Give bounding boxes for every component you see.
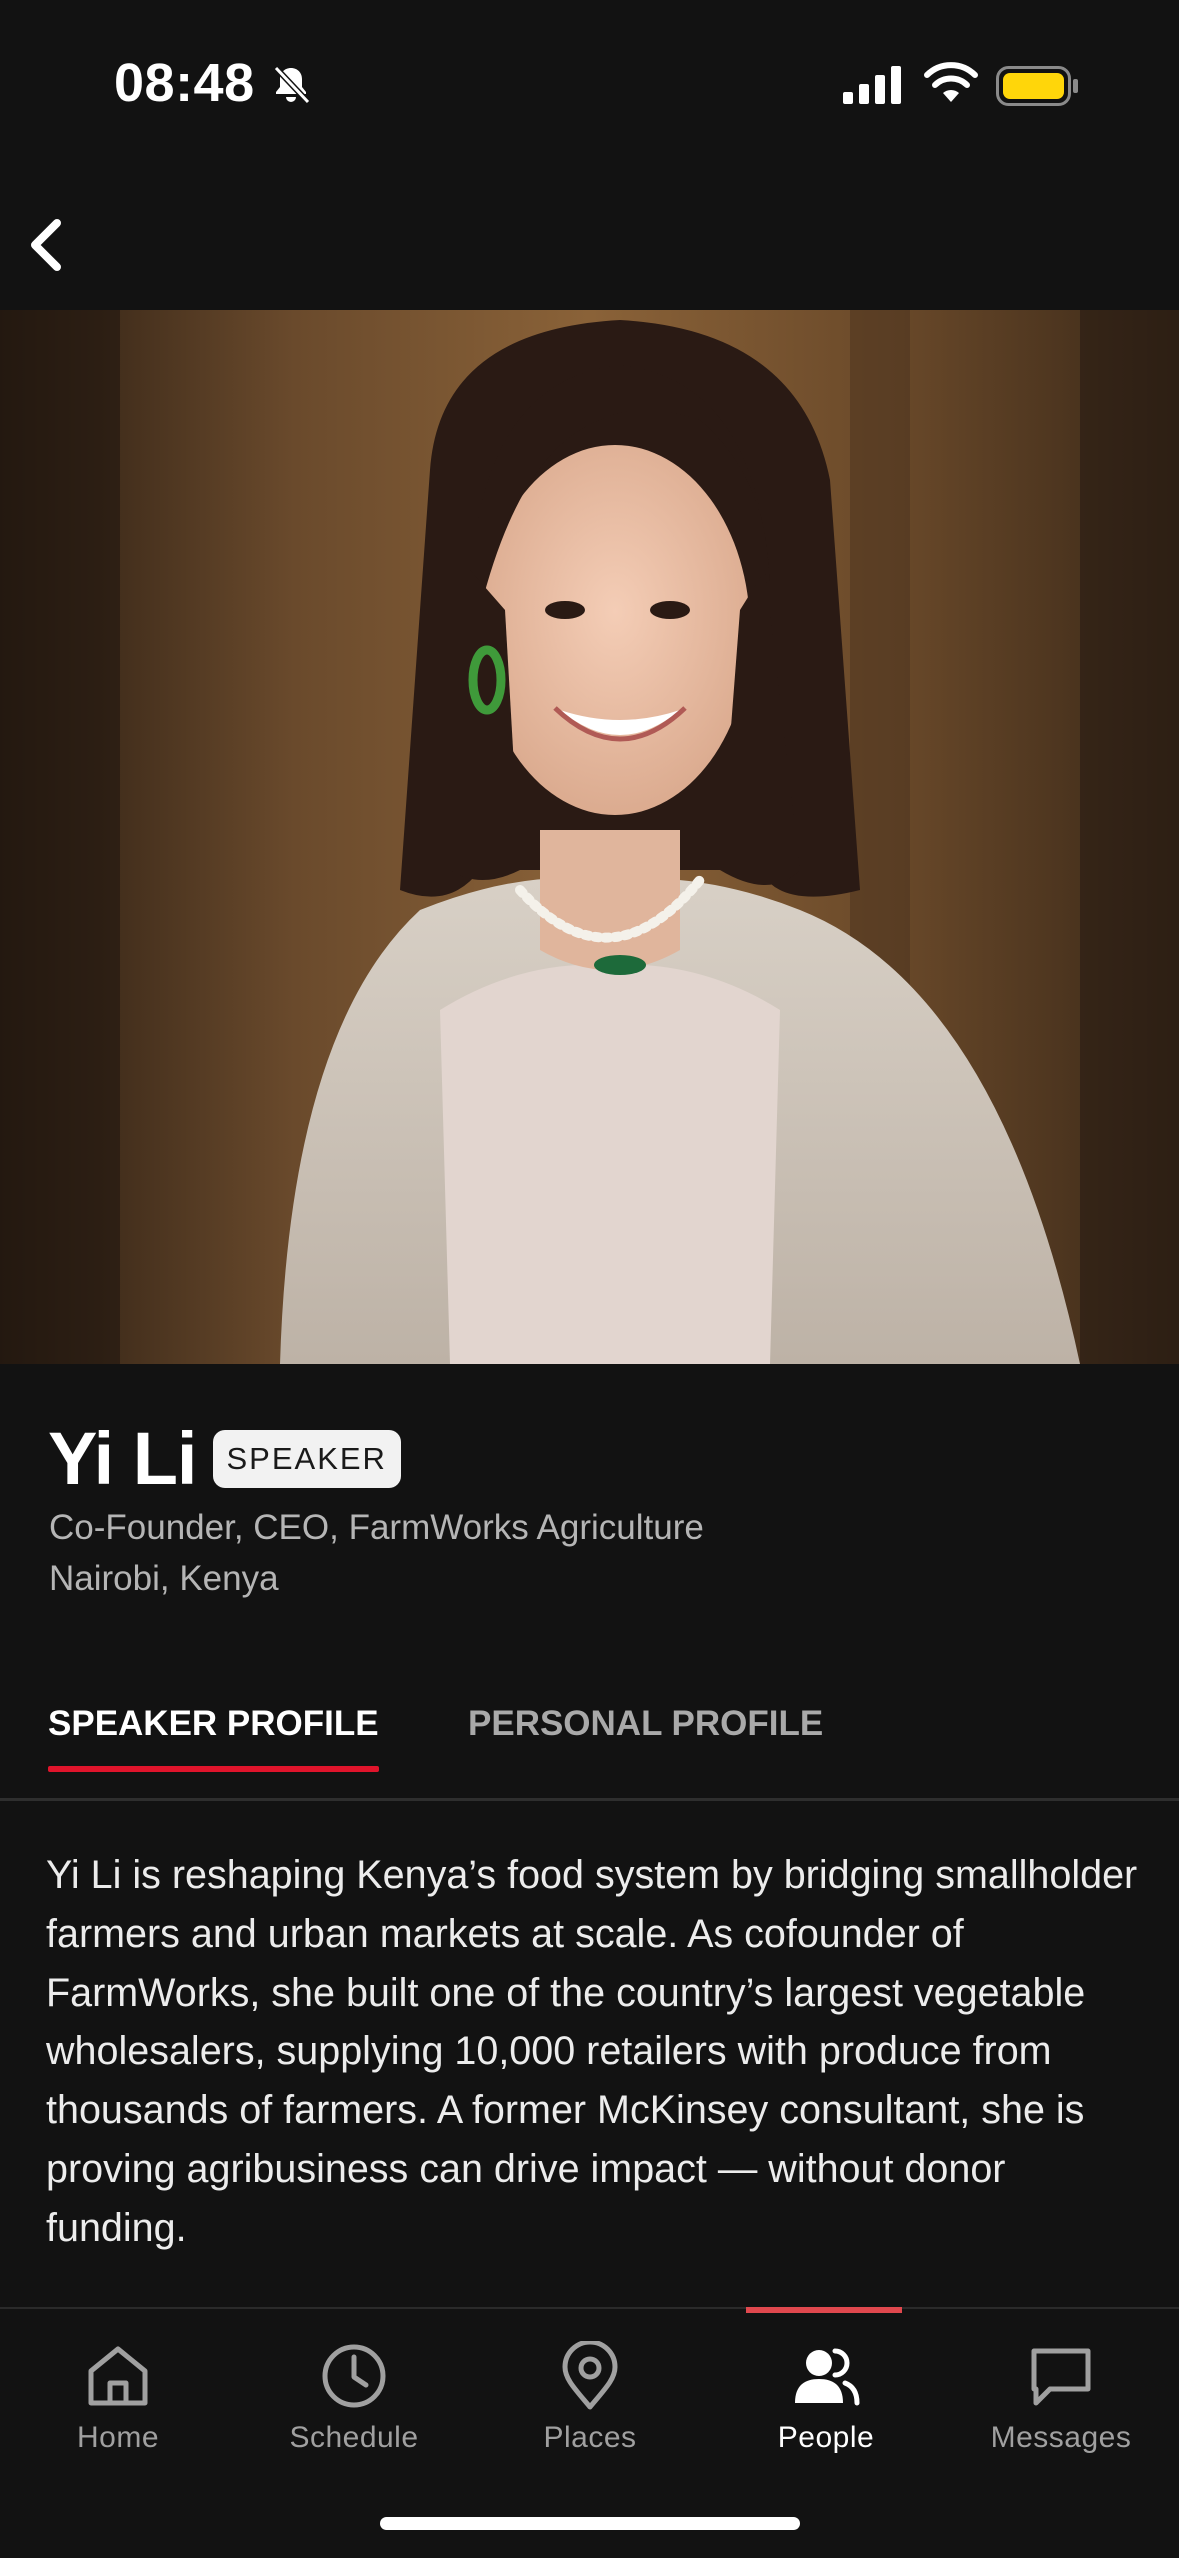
status-time: 08:48	[114, 53, 255, 113]
cellular-signal-icon	[843, 66, 901, 104]
nav-label-people: People	[777, 2421, 875, 2454]
clock-icon	[322, 2344, 386, 2408]
nav-label-places: Places	[543, 2421, 637, 2454]
nav-header	[0, 150, 1179, 310]
name-row: Yi Li SPEAKER	[48, 1416, 401, 1501]
message-icon	[1031, 2348, 1091, 2406]
home-icon	[88, 2346, 148, 2406]
nav-item-places[interactable]: Places	[472, 2309, 708, 2484]
profile-photo	[0, 310, 1179, 1364]
status-bar: 08:48	[0, 0, 1179, 150]
nav-label-schedule: Schedule	[289, 2421, 419, 2454]
home-indicator[interactable]	[380, 2517, 800, 2530]
profile-header: Yi Li SPEAKER Co-Founder, CEO, FarmWorks…	[0, 1364, 1179, 1801]
speaker-bio: Yi Li is reshaping Kenya’s food system b…	[46, 1853, 1138, 2250]
speaker-badge: SPEAKER	[212, 1429, 401, 1488]
map-pin-icon	[562, 2341, 618, 2410]
back-button[interactable]	[12, 210, 82, 280]
wifi-icon	[924, 62, 978, 102]
nav-item-home[interactable]: Home	[0, 2309, 236, 2484]
tab-speaker-profile[interactable]: SPEAKER PROFILE	[48, 1664, 379, 1798]
nav-item-schedule[interactable]: Schedule	[236, 2309, 472, 2484]
profile-location: Nairobi, Kenya	[49, 1559, 279, 1598]
chevron-left-icon	[31, 219, 61, 271]
profile-title: Co-Founder, CEO, FarmWorks Agriculture	[49, 1508, 704, 1547]
nav-item-messages[interactable]: Messages	[943, 2309, 1179, 2484]
tab-personal-profile[interactable]: PERSONAL PROFILE	[468, 1664, 823, 1798]
nav-item-people[interactable]: People	[708, 2309, 944, 2484]
battery-icon	[996, 66, 1078, 106]
profile-name: Yi Li	[48, 1417, 197, 1500]
nav-label-home: Home	[76, 2421, 160, 2454]
bell-slash-icon	[273, 65, 311, 105]
people-icon	[795, 2348, 860, 2406]
profile-tabs: SPEAKER PROFILE PERSONAL PROFILE	[0, 1664, 1179, 1801]
nav-label-messages: Messages	[990, 2421, 1132, 2454]
